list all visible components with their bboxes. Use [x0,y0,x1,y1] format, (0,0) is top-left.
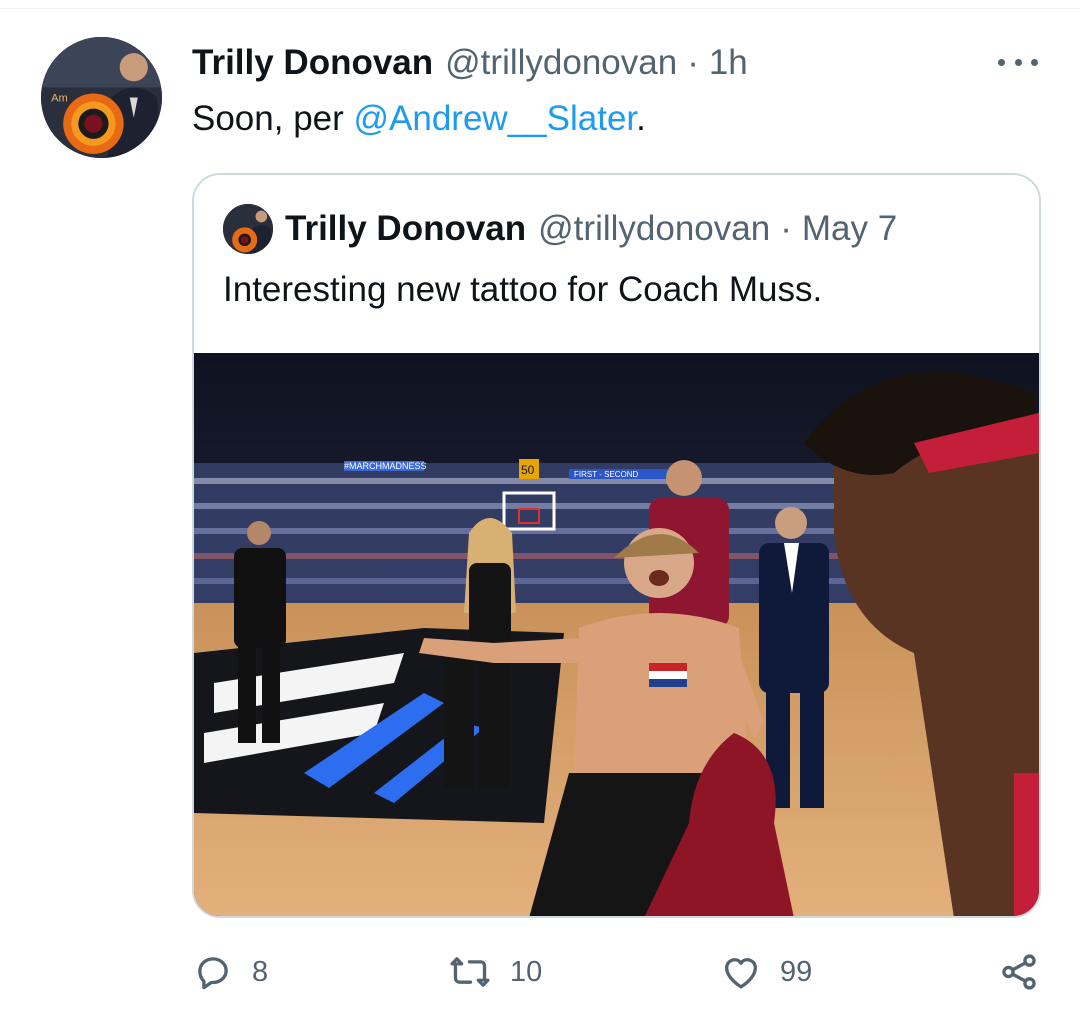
share-button[interactable] [998,948,1040,996]
reply-count: 8 [252,955,269,988]
author-handle[interactable]: @trillydonovan [445,40,677,86]
quoted-tweet-header: Trilly Donovan @trillydonovan · May 7 [285,206,897,252]
tweet-text-before: Soon, per [192,99,354,138]
quoted-author-avatar [223,204,273,254]
svg-text:Am: Am [51,93,68,105]
retweet-button[interactable]: 10 [448,948,542,996]
tweet-actions: 8 10 99 [192,948,1040,996]
quoted-tweet[interactable]: Trilly Donovan @trillydonovan · May 7 In… [192,173,1041,918]
quoted-tweet-photo[interactable]: #MARCHMADNESS 50 FIRST - SECOND [194,353,1039,916]
tweet[interactable]: Am Trilly Donovan @trillydonovan · 1h So… [0,0,1080,1025]
retweet-count: 10 [510,955,543,988]
photo-ribbon-text: FIRST - SECOND [574,470,639,479]
like-icon [724,958,758,989]
tweet-header: Trilly Donovan @trillydonovan · 1h [192,40,748,86]
quoted-author-handle: @trillydonovan [538,209,771,248]
author-name[interactable]: Trilly Donovan [192,40,433,86]
photo-banner-text: #MARCHMADNESS [344,461,427,471]
tweet-text: Soon, per @Andrew__Slater. [192,96,646,142]
like-button[interactable]: 99 [720,948,812,996]
quoted-separator-dot: · [780,209,792,248]
reply-icon [198,957,228,990]
separator-dot: · [687,43,699,82]
like-count: 99 [780,955,813,988]
author-avatar[interactable]: Am [41,37,162,158]
quoted-tweet-date: May 7 [801,209,898,248]
tweet-timestamp[interactable]: 1h [709,40,748,86]
tweet-text-after: . [636,99,646,138]
share-icon [1002,954,1036,990]
photo-scoreboard-text: 50 [521,463,535,477]
retweet-icon [450,957,490,987]
reply-button[interactable]: 8 [192,948,268,996]
more-icon[interactable] [998,52,1038,72]
quoted-author-name: Trilly Donovan [285,209,527,248]
mention-link[interactable]: @Andrew__Slater [354,99,637,138]
quoted-tweet-text: Interesting new tattoo for Coach Muss. [223,270,823,309]
